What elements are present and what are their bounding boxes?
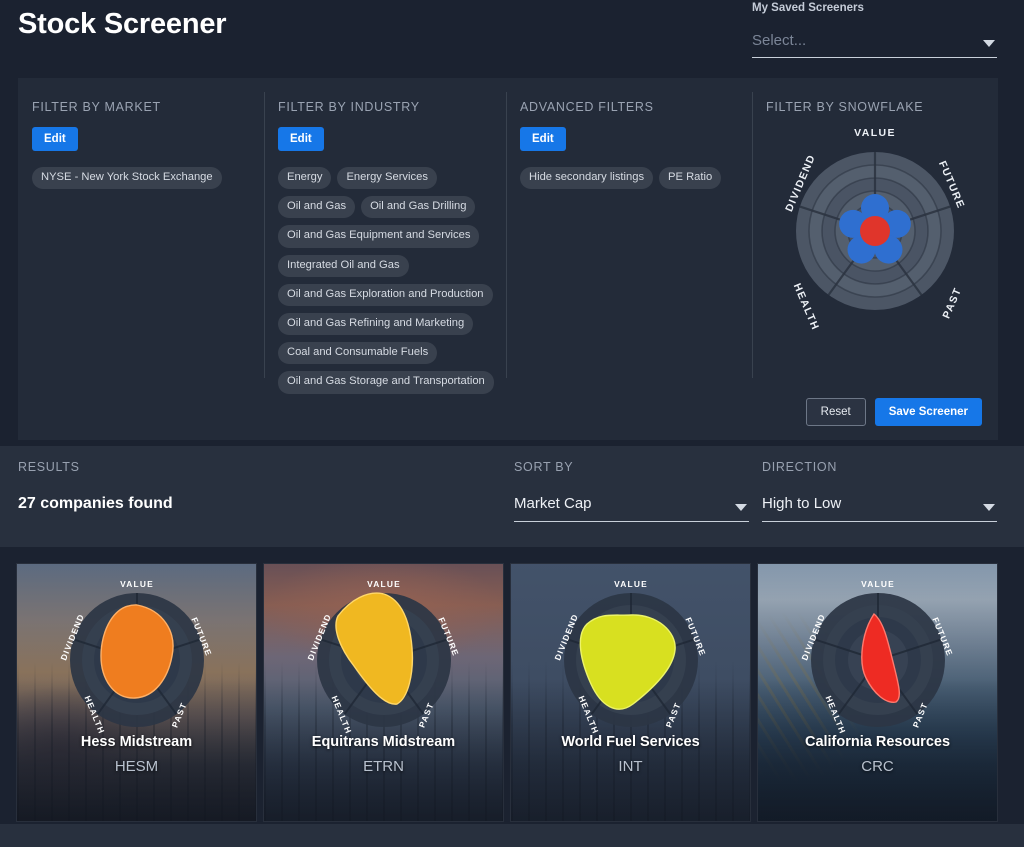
filter-panel: FILTER BY MARKET Edit NYSE - New York St…: [18, 78, 998, 440]
edit-market-button[interactable]: Edit: [32, 127, 78, 151]
company-ticker: INT: [618, 758, 643, 775]
chip-industry-2[interactable]: Oil and Gas: [278, 196, 356, 219]
snowflake-dial[interactable]: [795, 151, 955, 311]
company-name: California Resources: [804, 734, 951, 750]
company-ticker: CRC: [861, 758, 894, 775]
direction-value: High to Low: [762, 495, 842, 512]
company-name: Equitrans Midstream: [311, 734, 456, 750]
chip-industry-3[interactable]: Oil and Gas Drilling: [361, 196, 476, 219]
chip-industry-8[interactable]: Coal and Consumable Fuels: [278, 342, 438, 365]
filter-advanced-chips: Hide secondary listings PE Ratio: [520, 167, 738, 190]
filter-snowflake-title: FILTER BY SNOWFLAKE: [766, 100, 924, 114]
company-snowflake-chart: VALUE FUTURE PAST HEALTH DIVIDEND: [58, 579, 214, 736]
company-name: World Fuel Services: [561, 734, 700, 750]
filter-panel-actions: Reset Save Screener: [805, 398, 982, 426]
company-card[interactable]: VALUE FUTURE PAST HEALTH DIVIDEND Califo…: [757, 563, 998, 822]
direction-label: DIRECTION: [762, 460, 838, 474]
filter-column-snowflake: FILTER BY SNOWFLAKE VALUE FUTURE PAST HE…: [752, 78, 998, 378]
saved-screeners-control: My Saved Screeners Select...: [752, 0, 997, 58]
results-label: RESULTS: [18, 460, 80, 474]
sort-by-select[interactable]: Market Cap: [514, 492, 749, 522]
results-count: 27 companies found: [18, 495, 173, 512]
filter-industry-chips: Energy Energy Services Oil and Gas Oil a…: [278, 167, 494, 394]
svg-text:VALUE: VALUE: [861, 579, 895, 589]
edit-industry-button[interactable]: Edit: [278, 127, 324, 151]
results-summary: RESULTS 27 companies found: [18, 460, 173, 513]
company-name: Hess Midstream: [80, 734, 193, 750]
page-header: Stock Screener My Saved Screeners Select…: [0, 0, 1024, 78]
chevron-down-icon: [983, 40, 995, 47]
sort-by-label: SORT BY: [514, 460, 574, 474]
sort-by-value: Market Cap: [514, 495, 592, 512]
chip-advanced-1[interactable]: PE Ratio: [659, 167, 722, 190]
page-bottom-strip: [0, 824, 1024, 847]
chip-industry-4[interactable]: Oil and Gas Equipment and Services: [278, 225, 480, 248]
page-title: Stock Screener: [18, 8, 227, 40]
filter-column-market: FILTER BY MARKET Edit NYSE - New York St…: [18, 78, 264, 378]
saved-screeners-value: Select...: [752, 32, 807, 49]
company-card[interactable]: VALUE FUTURE PAST HEALTH DIVIDEND World …: [510, 563, 751, 822]
chip-advanced-0[interactable]: Hide secondary listings: [520, 167, 654, 190]
save-screener-button[interactable]: Save Screener: [874, 398, 982, 426]
filter-advanced-title: ADVANCED FILTERS: [520, 100, 654, 114]
saved-screeners-select[interactable]: Select...: [752, 28, 997, 58]
snowflake-filter-widget[interactable]: VALUE FUTURE PAST HEALTH DIVIDEND: [769, 127, 981, 339]
chip-industry-9[interactable]: Oil and Gas Storage and Transportation: [278, 371, 494, 394]
company-snowflake-chart: VALUE FUTURE PAST HEALTH DIVIDEND: [305, 579, 461, 736]
chip-industry-6[interactable]: Oil and Gas Exploration and Production: [278, 283, 493, 307]
company-card-grid: VALUE FUTURE PAST HEALTH DIVIDEND Hess M…: [16, 563, 1008, 822]
filter-market-chips: NYSE - New York Stock Exchange: [32, 167, 250, 190]
snowflake-center-handle: [860, 216, 890, 246]
results-bar: RESULTS 27 companies found SORT BY Marke…: [0, 446, 1024, 547]
chip-industry-0[interactable]: Energy: [278, 167, 332, 190]
company-ticker: ETRN: [363, 758, 404, 775]
company-snowflake-chart: VALUE FUTURE PAST HEALTH DIVIDEND: [552, 579, 708, 736]
company-snowflake-chart: VALUE FUTURE PAST HEALTH DIVIDEND: [799, 579, 955, 736]
direction-control: DIRECTION High to Low: [762, 460, 997, 522]
company-card[interactable]: VALUE FUTURE PAST HEALTH DIVIDEND Equitr…: [263, 563, 504, 822]
chip-industry-7[interactable]: Oil and Gas Refining and Marketing: [278, 313, 474, 336]
direction-select[interactable]: High to Low: [762, 492, 997, 522]
chip-industry-1[interactable]: Energy Services: [337, 167, 437, 190]
company-ticker: HESM: [114, 758, 159, 775]
svg-text:VALUE: VALUE: [614, 579, 648, 589]
chip-industry-5[interactable]: Integrated Oil and Gas: [278, 254, 409, 277]
sort-by-control: SORT BY Market Cap: [514, 460, 749, 522]
chevron-down-icon: [735, 504, 747, 511]
svg-text:VALUE: VALUE: [120, 579, 154, 589]
company-card[interactable]: VALUE FUTURE PAST HEALTH DIVIDEND Hess M…: [16, 563, 257, 822]
filter-column-advanced: ADVANCED FILTERS Edit Hide secondary lis…: [506, 78, 752, 378]
edit-advanced-button[interactable]: Edit: [520, 127, 566, 151]
saved-screeners-label: My Saved Screeners: [752, 2, 864, 14]
filter-market-title: FILTER BY MARKET: [32, 100, 161, 114]
snowflake-axis-value: VALUE: [854, 127, 896, 139]
reset-button[interactable]: Reset: [805, 398, 866, 426]
filter-column-industry: FILTER BY INDUSTRY Edit Energy Energy Se…: [264, 78, 506, 394]
chip-market-0[interactable]: NYSE - New York Stock Exchange: [32, 167, 222, 190]
svg-text:VALUE: VALUE: [367, 579, 401, 589]
filter-industry-title: FILTER BY INDUSTRY: [278, 100, 420, 114]
chevron-down-icon: [983, 504, 995, 511]
